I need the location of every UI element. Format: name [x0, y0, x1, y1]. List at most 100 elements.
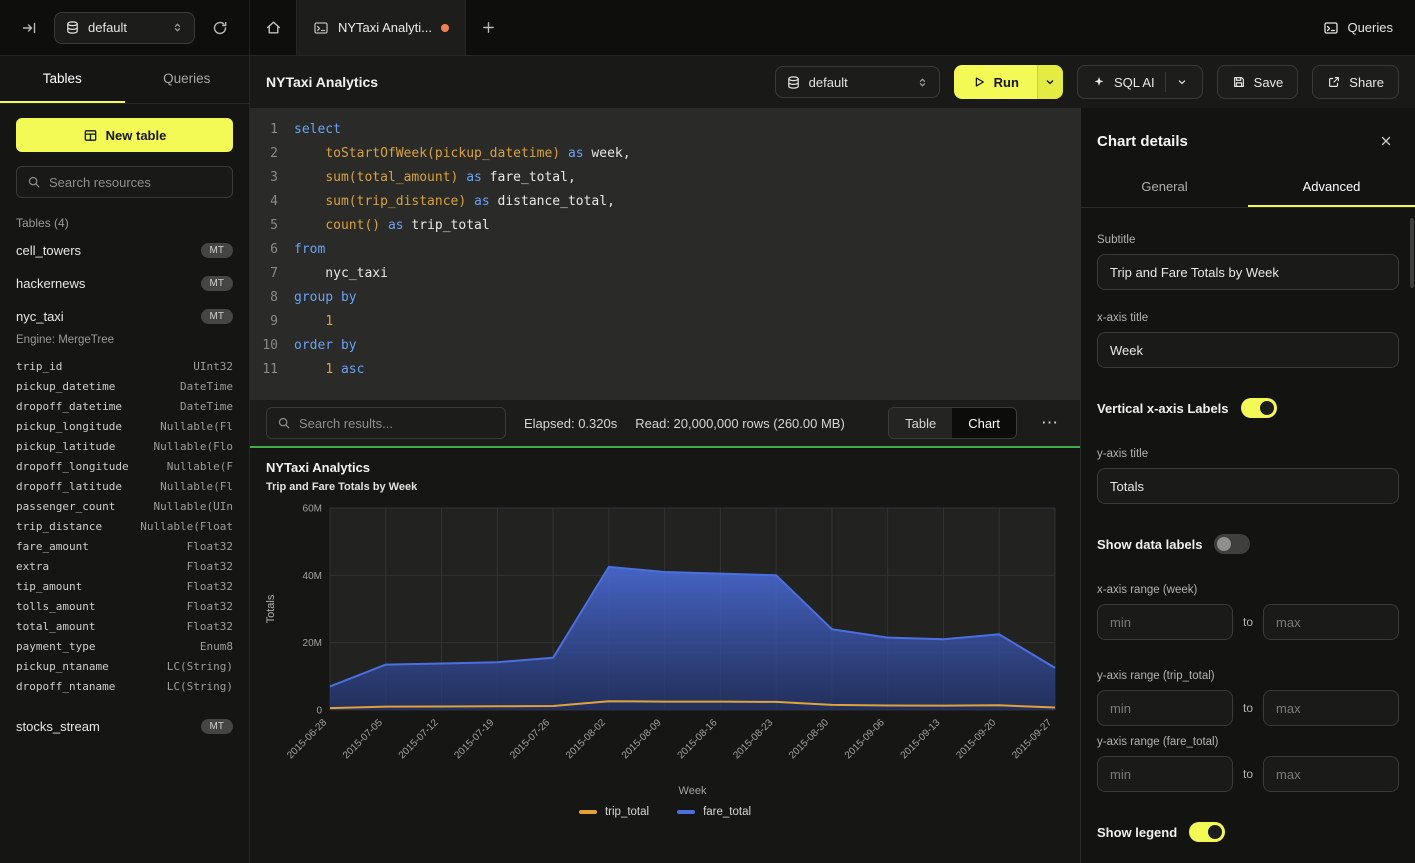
code-line[interactable]: 4 sum(trip_distance) as distance_total,	[250, 190, 1080, 214]
view-tab-chart[interactable]: Chart	[952, 408, 1016, 438]
table-item[interactable]: stocks_streamMT	[16, 710, 233, 743]
chart-subtitle: Trip and Fare Totals by Week	[266, 481, 417, 493]
xaxis-title-input[interactable]	[1097, 332, 1399, 368]
new-table-button[interactable]: New table	[16, 118, 233, 152]
refresh-button[interactable]	[205, 13, 235, 43]
save-icon	[1232, 75, 1246, 89]
table-item[interactable]: hackernewsMT	[16, 267, 233, 300]
column-name: payment_type	[16, 640, 95, 653]
vertical-xaxis-labels-label: Vertical x-axis Labels	[1097, 401, 1229, 416]
sql-editor[interactable]: 1select2 toStartOfWeek(pickup_datetime) …	[250, 108, 1080, 400]
code-line[interactable]: 11 1 asc	[250, 358, 1080, 382]
xaxis-range-min-input[interactable]	[1097, 604, 1233, 640]
column-name: pickup_longitude	[16, 420, 122, 433]
elapsed-stat: Elapsed: 0.320s	[524, 416, 617, 431]
yaxis-title-label: y-axis title	[1097, 448, 1399, 460]
scrollbar-thumb[interactable]	[1410, 218, 1414, 288]
home-icon	[265, 19, 282, 36]
yaxis-range-fare-min-input[interactable]	[1097, 756, 1233, 792]
xaxis-title-label: x-axis title	[1097, 312, 1399, 324]
tab-advanced[interactable]: Advanced	[1248, 168, 1415, 207]
table-item[interactable]: nyc_taxiMT	[16, 300, 233, 333]
show-data-labels-toggle[interactable]	[1214, 534, 1250, 554]
resource-search[interactable]	[16, 166, 233, 198]
svg-text:2015-08-23: 2015-08-23	[731, 717, 775, 761]
run-button[interactable]: Run	[954, 65, 1037, 99]
home-button[interactable]	[258, 13, 288, 43]
view-tab-table[interactable]: Table	[889, 408, 952, 438]
code-line[interactable]: 7 nyc_taxi	[250, 262, 1080, 286]
sidebar-tab-queries[interactable]: Queries	[125, 56, 250, 103]
run-database-selector[interactable]: default	[775, 66, 940, 98]
more-options-button[interactable]: ⋯	[1035, 411, 1064, 435]
chart-details-panel: Chart details General Advanced Subtitle …	[1080, 108, 1415, 863]
button-divider	[1165, 72, 1166, 92]
xaxis-range-field: x-axis range (week) to	[1097, 584, 1399, 640]
column-name: tolls_amount	[16, 600, 95, 613]
yaxis-range-trip-min-input[interactable]	[1097, 690, 1233, 726]
code-text: 1	[294, 310, 333, 334]
chart-details-body: Subtitle x-axis title Vertical x-axis La…	[1081, 208, 1415, 863]
run-options-button[interactable]	[1037, 65, 1063, 99]
database-selector[interactable]: default	[54, 12, 195, 44]
database-icon	[65, 20, 80, 35]
column-type: Nullable(F	[167, 460, 233, 473]
code-line[interactable]: 6from	[250, 238, 1080, 262]
code-text: toStartOfWeek(pickup_datetime) as week,	[294, 142, 631, 166]
column-type: Float32	[187, 560, 233, 573]
new-tab-button[interactable]	[474, 13, 504, 43]
show-legend-row: Show legend	[1097, 822, 1399, 842]
code-line[interactable]: 2 toStartOfWeek(pickup_datetime) as week…	[250, 142, 1080, 166]
chevron-down-icon[interactable]	[1176, 76, 1188, 88]
results-search-input[interactable]	[299, 416, 495, 431]
show-legend-toggle[interactable]	[1189, 822, 1225, 842]
save-button[interactable]: Save	[1217, 65, 1299, 99]
sidebar-tab-tables[interactable]: Tables	[0, 56, 125, 103]
svg-text:20M: 20M	[303, 638, 322, 649]
code-text: count() as trip_total	[294, 214, 490, 238]
queries-icon	[1323, 20, 1339, 36]
column-type: Enum8	[200, 640, 233, 653]
column-name: fare_amount	[16, 540, 89, 553]
column-type: LC(String)	[167, 680, 233, 693]
save-label: Save	[1254, 75, 1284, 90]
sql-ai-button[interactable]: SQL AI	[1077, 65, 1203, 99]
vertical-xaxis-labels-toggle[interactable]	[1241, 398, 1277, 418]
column-name: dropoff_longitude	[16, 460, 129, 473]
column-type: Nullable(Fl	[160, 420, 233, 433]
query-tab[interactable]: NYTaxi Analyti...	[296, 0, 466, 55]
share-button[interactable]: Share	[1312, 65, 1399, 99]
table-item[interactable]: cell_towersMT	[16, 234, 233, 267]
yaxis-range-fare-max-input[interactable]	[1263, 756, 1399, 792]
column-name: dropoff_datetime	[16, 400, 122, 413]
code-line[interactable]: 9 1	[250, 310, 1080, 334]
results-search[interactable]	[266, 407, 506, 439]
results-toolbar: Elapsed: 0.320s Read: 20,000,000 rows (2…	[250, 400, 1080, 448]
code-line[interactable]: 10order by	[250, 334, 1080, 358]
column-item: pickup_ntanameLC(String)	[16, 656, 233, 676]
code-line[interactable]: 8group by	[250, 286, 1080, 310]
svg-text:2015-09-20: 2015-09-20	[954, 717, 998, 761]
queries-link[interactable]: Queries	[1323, 20, 1393, 36]
run-database-value: default	[809, 75, 908, 90]
yaxis-range-fare-field: y-axis range (fare_total) to	[1097, 736, 1399, 792]
code-line[interactable]: 1select	[250, 118, 1080, 142]
yaxis-range-trip-max-input[interactable]	[1263, 690, 1399, 726]
legend-item-fare_total[interactable]: fare_total	[677, 806, 751, 818]
chart-details-tabs: General Advanced	[1081, 168, 1415, 208]
tab-general[interactable]: General	[1081, 168, 1248, 207]
close-panel-button[interactable]	[1373, 128, 1399, 154]
collapse-sidebar-button[interactable]	[14, 13, 44, 43]
share-icon	[1327, 75, 1341, 89]
yaxis-title-input[interactable]	[1097, 468, 1399, 504]
xaxis-range-max-input[interactable]	[1263, 604, 1399, 640]
resource-search-input[interactable]	[49, 175, 222, 190]
legend-item-trip_total[interactable]: trip_total	[579, 806, 649, 818]
yaxis-range-trip-field: y-axis range (trip_total) to	[1097, 670, 1399, 726]
code-line[interactable]: 3 sum(total_amount) as fare_total,	[250, 166, 1080, 190]
line-number: 2	[250, 142, 294, 166]
table-engine: Engine: MergeTree	[16, 334, 233, 346]
code-line[interactable]: 5 count() as trip_total	[250, 214, 1080, 238]
subtitle-input[interactable]	[1097, 254, 1399, 290]
column-item: pickup_longitude Nullable(Fl	[16, 416, 233, 436]
